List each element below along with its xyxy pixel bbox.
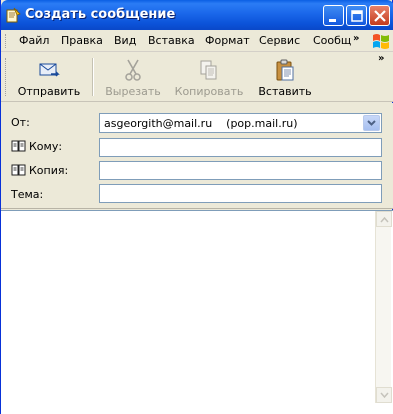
to-label: Кому: — [29, 140, 63, 153]
scroll-up-button[interactable] — [376, 211, 392, 227]
arrow-down-icon — [380, 392, 389, 399]
menu-message[interactable]: Сообщ — [313, 34, 351, 47]
address-book-icon — [11, 164, 26, 176]
menu-edit[interactable]: Правка — [61, 34, 103, 47]
arrow-up-icon — [380, 216, 389, 223]
menu-insert[interactable]: Вставка — [148, 34, 195, 47]
copy-icon — [200, 60, 217, 80]
subject-label: Тема: — [11, 188, 44, 201]
cut-button[interactable]: Вырезать — [101, 58, 165, 100]
menu-bar: Файл Правка Вид Вставка Формат Сервис Со… — [1, 30, 393, 52]
toolbar-grip[interactable] — [5, 58, 8, 96]
send-label: Отправить — [17, 85, 81, 98]
cc-label-wrap[interactable]: Копия: — [11, 164, 68, 177]
vertical-scrollbar[interactable] — [375, 211, 392, 403]
from-account-select[interactable]: asgeorgith@mail.ru (pop.mail.ru) — [99, 113, 382, 133]
from-label: От: — [11, 116, 30, 129]
copy-button[interactable]: Копировать — [171, 58, 247, 100]
title-bar[interactable]: Создать сообщение — [1, 0, 393, 30]
send-mail-icon — [39, 63, 60, 77]
cut-label: Вырезать — [105, 85, 161, 98]
minimize-button[interactable] — [323, 5, 344, 26]
paste-label: Вставить — [258, 85, 312, 98]
toolbar-overflow-chevron[interactable]: » — [378, 53, 385, 64]
paste-button[interactable]: Вставить — [255, 58, 315, 100]
address-book-icon — [11, 140, 26, 152]
cc-field[interactable] — [99, 161, 382, 180]
subject-field[interactable] — [99, 184, 382, 203]
menu-view[interactable]: Вид — [114, 34, 136, 47]
clipboard-icon — [276, 59, 294, 81]
window-title: Создать сообщение — [25, 7, 176, 22]
menu-grip[interactable] — [5, 34, 8, 48]
close-icon — [374, 10, 386, 22]
message-headers: От: asgeorgith@mail.ru (pop.mail.ru) Ком… — [1, 103, 393, 209]
message-body[interactable] — [1, 210, 393, 414]
menu-file[interactable]: Файл — [19, 34, 49, 47]
maximize-button[interactable] — [346, 5, 367, 26]
copy-label: Копировать — [174, 85, 244, 98]
scroll-down-button[interactable] — [376, 387, 392, 403]
to-label-wrap[interactable]: Кому: — [11, 140, 62, 153]
menu-tools[interactable]: Сервис — [259, 34, 300, 47]
compose-window: Создать сообщение Файл Правка Вид Вставк… — [0, 0, 393, 414]
windows-logo-icon — [373, 34, 389, 49]
menu-format[interactable]: Формат — [205, 34, 250, 47]
chevron-down-icon — [367, 120, 376, 126]
from-dropdown-button[interactable] — [363, 115, 380, 131]
menu-overflow-chevron[interactable]: » — [353, 33, 360, 44]
to-field[interactable] — [99, 138, 382, 157]
toolbar-separator — [92, 58, 93, 96]
send-button[interactable]: Отправить — [13, 58, 85, 100]
cc-label: Копия: — [29, 164, 69, 177]
from-account-value: asgeorgith@mail.ru (pop.mail.ru) — [104, 117, 298, 130]
scissors-icon — [125, 59, 141, 81]
maximize-icon — [351, 10, 363, 22]
new-message-icon — [6, 7, 21, 23]
toolbar: » Отправить Вырезать Копировать Вставить — [1, 52, 393, 102]
minimize-icon — [329, 19, 336, 22]
close-button[interactable] — [369, 5, 390, 26]
